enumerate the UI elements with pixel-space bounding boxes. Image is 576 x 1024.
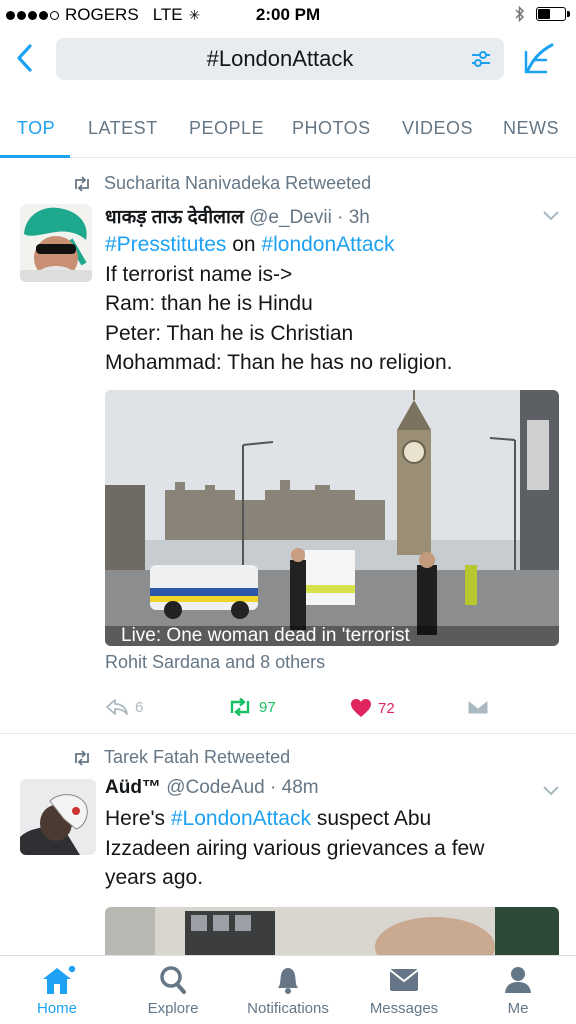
retweet-count: 97 xyxy=(259,698,276,716)
person-icon xyxy=(505,967,531,993)
nav-notifications[interactable]: Notifications xyxy=(238,964,338,1017)
tweet-text-line: years ago. xyxy=(105,866,204,889)
avatar[interactable] xyxy=(20,779,96,855)
retweet-icon xyxy=(75,175,89,192)
status-time: 2:00 PM xyxy=(255,5,321,24)
retweeted-by-text: Tarek Fatah Retweeted xyxy=(104,747,291,767)
tweet-text-line: Ram: than he is Hindu xyxy=(105,292,313,315)
nav-label: Me xyxy=(507,1000,529,1017)
filter-settings-icon[interactable] xyxy=(470,48,492,70)
retweet-button[interactable]: 97 xyxy=(227,698,276,716)
search-query-text: #LondonAttack xyxy=(206,46,354,71)
search-tabs: TOP LATEST PEOPLE PHOTOS VIDEOS NEWS xyxy=(0,104,576,158)
tab-photos[interactable]: PHOTOS xyxy=(292,118,371,139)
retweeted-by-text: Sucharita Nanivadeka Retweeted xyxy=(104,173,372,193)
display-name[interactable]: धाकड़ ताऊ देवीलाल xyxy=(105,207,244,228)
like-count: 72 xyxy=(378,699,395,717)
tweet-text-line: Mohammad: Than he has no religion. xyxy=(105,351,453,374)
reply-count: 6 xyxy=(135,698,144,716)
tweet-author-line: Aüd™ @CodeAud · 48m xyxy=(105,777,319,798)
bluetooth-icon xyxy=(515,5,525,23)
tweet-text: Here's #LondonAttack suspect Abu Izzadee… xyxy=(105,804,484,893)
nav-me[interactable]: Me xyxy=(468,964,568,1017)
tweet-time: 3h xyxy=(348,207,370,228)
battery-icon xyxy=(536,7,570,21)
back-chevron-icon[interactable] xyxy=(10,40,40,76)
tab-news[interactable]: NEWS xyxy=(503,118,559,139)
nav-messages[interactable]: Messages xyxy=(354,964,454,1017)
bell-icon xyxy=(278,968,298,994)
tweet[interactable]: Sucharita Nanivadeka Retweeted धाकड़ ताऊ… xyxy=(0,158,576,733)
nav-label: Messages xyxy=(369,1000,439,1017)
tab-latest[interactable]: LATEST xyxy=(88,118,158,139)
media-caption: Live: One woman dead in 'terrorist xyxy=(121,625,410,646)
tweet-text-fragment: Here's xyxy=(105,807,171,830)
envelope-icon xyxy=(467,699,489,715)
hashtag-link[interactable]: #LondonAttack xyxy=(171,807,311,830)
like-button[interactable]: 72 xyxy=(350,698,395,718)
tab-top[interactable]: TOP xyxy=(17,118,55,139)
media-tagged-others[interactable]: Rohit Sardana and 8 others xyxy=(105,652,325,673)
tweet-text-fragment: suspect Abu xyxy=(310,807,432,830)
tweet-text-line: Peter: Than he is Christian xyxy=(105,321,354,345)
retweet-context: Sucharita Nanivadeka Retweeted xyxy=(72,173,371,194)
tweet-text-line: If terrorist name is-> xyxy=(105,262,293,286)
nav-label: Notifications xyxy=(247,1000,329,1017)
reply-icon xyxy=(106,699,128,715)
hashtag-link[interactable]: #Presstitutes xyxy=(105,233,226,256)
user-handle[interactable]: @e_Devii xyxy=(249,207,332,228)
reply-button[interactable]: 6 xyxy=(105,698,143,716)
retweet-icon xyxy=(75,749,89,766)
tweet-media-image[interactable] xyxy=(105,907,559,955)
tweet-text-line: Izzadeen airing various grievances a few xyxy=(105,836,485,860)
tweet[interactable]: Tarek Fatah Retweeted Aüd™ @CodeAud · 48… xyxy=(0,734,576,955)
search-input[interactable]: #LondonAttack xyxy=(56,38,504,80)
tweet-text-fragment: on xyxy=(226,233,262,256)
home-icon xyxy=(43,964,77,994)
tab-videos[interactable]: VIDEOS xyxy=(402,118,473,139)
display-name[interactable]: Aüd™ xyxy=(105,777,161,798)
status-right xyxy=(514,5,570,23)
chevron-down-icon[interactable] xyxy=(542,785,560,797)
nav-label: Home xyxy=(36,1000,77,1017)
nav-explore[interactable]: Explore xyxy=(123,964,223,1017)
bottom-navigation: Home Explore Notifications Messages Me xyxy=(0,955,576,1024)
tab-people[interactable]: PEOPLE xyxy=(189,118,264,139)
tweet-author-line: धाकड़ ताऊ देवीलाल @e_Devii · 3h xyxy=(105,207,370,228)
avatar[interactable] xyxy=(20,204,92,282)
compose-tweet-icon[interactable] xyxy=(522,40,558,76)
tweet-media-image[interactable]: Live: One woman dead in 'terrorist xyxy=(105,390,559,646)
retweet-icon xyxy=(230,698,250,716)
hashtag-link[interactable]: #londonAttack xyxy=(261,233,394,256)
nav-home[interactable]: Home xyxy=(7,964,107,1017)
envelope-icon xyxy=(389,969,419,991)
tweet-actions: 6 97 72 xyxy=(105,698,545,722)
tweet-text: #Presstitutes on #londonAttack If terror… xyxy=(105,230,452,378)
user-handle[interactable]: @CodeAud xyxy=(166,777,265,798)
tweet-time: 48m xyxy=(281,777,319,798)
nav-label: Explore xyxy=(147,1000,199,1017)
direct-message-button[interactable] xyxy=(467,698,489,716)
status-bar: ROGERS LTE ✳ 2:00 PM xyxy=(0,0,576,30)
chevron-down-icon[interactable] xyxy=(542,210,560,222)
search-icon xyxy=(160,966,186,994)
retweet-context: Tarek Fatah Retweeted xyxy=(72,747,290,768)
search-header: #LondonAttack xyxy=(0,30,576,88)
heart-icon xyxy=(351,699,371,717)
